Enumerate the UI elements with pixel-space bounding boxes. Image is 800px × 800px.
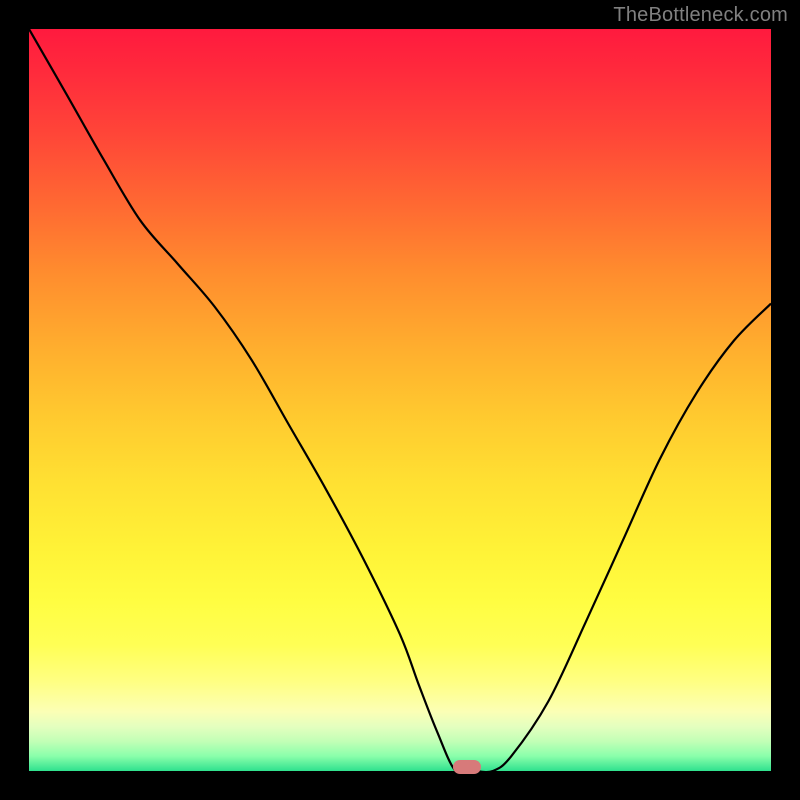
watermark-text: TheBottleneck.com bbox=[613, 4, 788, 27]
plot-area bbox=[29, 29, 771, 771]
chart-container: TheBottleneck.com bbox=[0, 0, 800, 800]
